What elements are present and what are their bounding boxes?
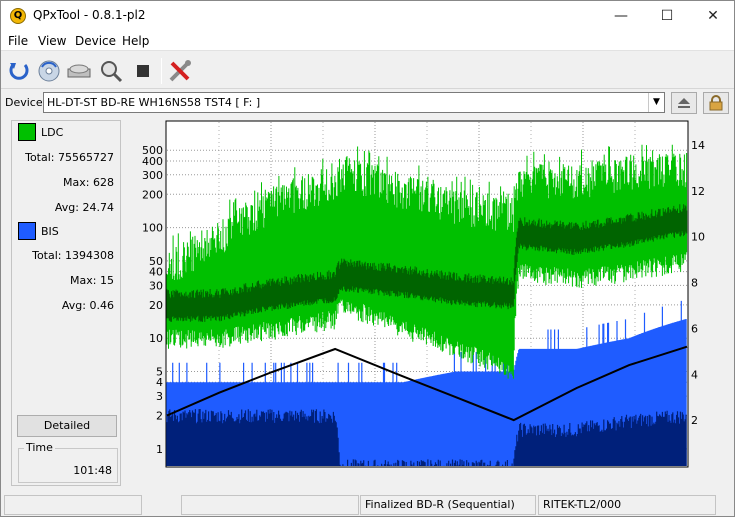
- minimize-button[interactable]: —: [598, 1, 644, 31]
- detailed-button[interactable]: Detailed: [17, 415, 117, 437]
- y-right-tick-label: 2: [691, 414, 698, 427]
- y-left-tick-label: 50: [149, 255, 163, 268]
- y-right-tick-label: 10: [691, 231, 705, 244]
- y-left-tick-label: 500: [142, 144, 163, 157]
- toolbar-separator: [161, 58, 162, 84]
- device-bar: Device: HL-DT-ST BD-RE WH16NS58 TST4 [ F…: [1, 90, 734, 116]
- status-media-id: RITEK-TL2/000: [538, 495, 716, 515]
- y-left-tick-label: 100: [142, 222, 163, 235]
- lock-button[interactable]: [703, 92, 729, 114]
- close-button[interactable]: ✕: [690, 1, 735, 31]
- ldc-total: Total: 75565727: [25, 151, 114, 164]
- eject-button[interactable]: [671, 92, 697, 114]
- maximize-button[interactable]: ☐: [644, 1, 690, 31]
- bis-legend-swatch: [18, 222, 36, 240]
- y-left-tick-label: 1: [156, 443, 163, 456]
- y-right-tick-label: 8: [691, 277, 698, 290]
- bis-legend-label: BIS: [41, 225, 59, 238]
- zoom-test-icon[interactable]: [96, 56, 126, 86]
- ldc-max: Max: 628: [63, 176, 114, 189]
- y-left-tick-label: 20: [149, 299, 163, 312]
- device-select[interactable]: HL-DT-ST BD-RE WH16NS58 TST4 [ F: ] ▼: [43, 92, 665, 113]
- y-left-tick-label: 2: [156, 410, 163, 423]
- ldc-avg: Avg: 24.74: [54, 201, 114, 214]
- menu-view[interactable]: View: [33, 33, 71, 49]
- time-value: 101:48: [73, 464, 112, 477]
- app-logo-icon: Q: [10, 8, 26, 24]
- y-right-tick-label: 14: [691, 139, 705, 152]
- window-title: QPxTool - 0.8.1-pl2: [33, 8, 146, 22]
- y-right-tick-label: 6: [691, 322, 698, 335]
- toolbar: [1, 53, 734, 89]
- y-right-tick-label: 12: [691, 185, 705, 198]
- status-bar: Finalized BD-R (Sequential) RITEK-TL2/00…: [1, 493, 734, 517]
- eject-tray-icon[interactable]: [64, 56, 94, 86]
- chevron-down-icon[interactable]: ▼: [648, 93, 664, 112]
- title-bar: Q QPxTool - 0.8.1-pl2 — ☐ ✕: [1, 1, 734, 31]
- stop-icon[interactable]: [128, 56, 158, 86]
- scan-chart: 19.8 GB39.6 GB59.4 GB79.2 GB123451020304…: [142, 120, 705, 468]
- device-select-value: HL-DT-ST BD-RE WH16NS58 TST4 [ F: ]: [47, 96, 261, 109]
- app-window: Q QPxTool - 0.8.1-pl2 — ☐ ✕ File View De…: [0, 0, 735, 517]
- y-left-tick-label: 300: [142, 169, 163, 182]
- refresh-icon[interactable]: [4, 56, 34, 86]
- y-right-tick-label: 4: [691, 368, 698, 381]
- status-cell-2: [181, 495, 359, 515]
- status-cell-1: [4, 495, 142, 515]
- menu-bar: File View Device Help: [1, 31, 734, 51]
- time-label: Time: [24, 441, 55, 454]
- stats-panel: LDC Total: 75565727 Max: 628 Avg: 24.74 …: [11, 120, 121, 486]
- menu-file[interactable]: File: [3, 33, 33, 49]
- device-label: Device:: [5, 96, 47, 109]
- ldc-legend-swatch: [18, 123, 36, 141]
- bis-avg: Avg: 0.46: [61, 299, 114, 312]
- y-left-tick-label: 10: [149, 332, 163, 345]
- status-disc-type: Finalized BD-R (Sequential): [360, 495, 536, 515]
- y-left-tick-label: 3: [156, 390, 163, 403]
- disc-scan-icon[interactable]: [34, 56, 64, 86]
- tools-icon[interactable]: [165, 56, 195, 86]
- bis-max: Max: 15: [70, 274, 114, 287]
- time-group: Time 101:48: [18, 441, 118, 483]
- y-left-tick-label: 30: [149, 279, 163, 292]
- y-left-tick-label: 5: [156, 366, 163, 379]
- bis-total: Total: 1394308: [32, 249, 114, 262]
- ldc-legend-label: LDC: [41, 126, 64, 139]
- menu-device[interactable]: Device: [70, 33, 121, 49]
- y-left-tick-label: 200: [142, 188, 163, 201]
- menu-help[interactable]: Help: [117, 33, 154, 49]
